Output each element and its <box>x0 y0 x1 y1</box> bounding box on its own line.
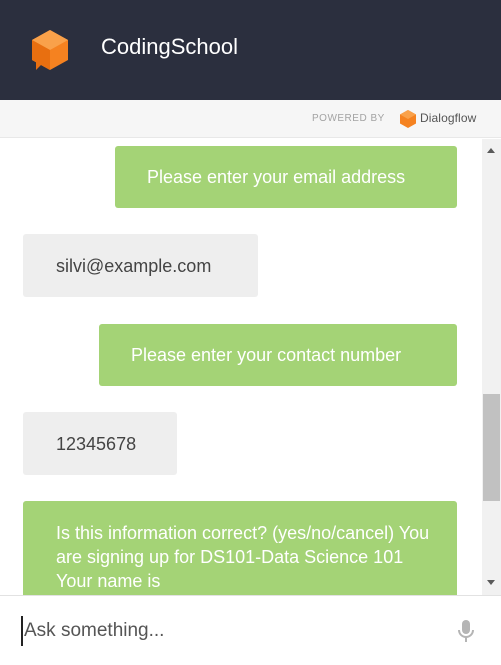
user-message: silvi@example.com <box>23 234 258 297</box>
bot-message: Please enter your email address <box>115 146 457 208</box>
bot-message: Please enter your contact number <box>99 324 457 386</box>
message-input-bar <box>0 595 501 665</box>
chat-transcript[interactable]: Please enter your email address silvi@ex… <box>0 139 483 595</box>
bot-message: Is this information correct? (yes/no/can… <box>23 501 457 595</box>
scroll-up-arrow-icon[interactable] <box>487 148 495 153</box>
orange-cube-icon <box>32 30 68 70</box>
chat-scrollbar[interactable] <box>482 139 501 595</box>
dialogflow-logo-icon <box>400 110 416 128</box>
app-header: CodingSchool <box>0 0 501 100</box>
microphone-icon[interactable] <box>458 620 474 642</box>
scroll-thumb[interactable] <box>483 394 500 501</box>
message-input[interactable] <box>21 616 431 646</box>
dialogflow-brand: Dialogflow <box>420 111 477 125</box>
scroll-down-arrow-icon[interactable] <box>487 580 495 585</box>
powered-by-label: POWERED BY <box>312 113 385 124</box>
powered-by-bar: POWERED BY Dialogflow <box>0 100 501 138</box>
user-message: 12345678 <box>23 412 177 475</box>
app-title: CodingSchool <box>101 34 238 59</box>
